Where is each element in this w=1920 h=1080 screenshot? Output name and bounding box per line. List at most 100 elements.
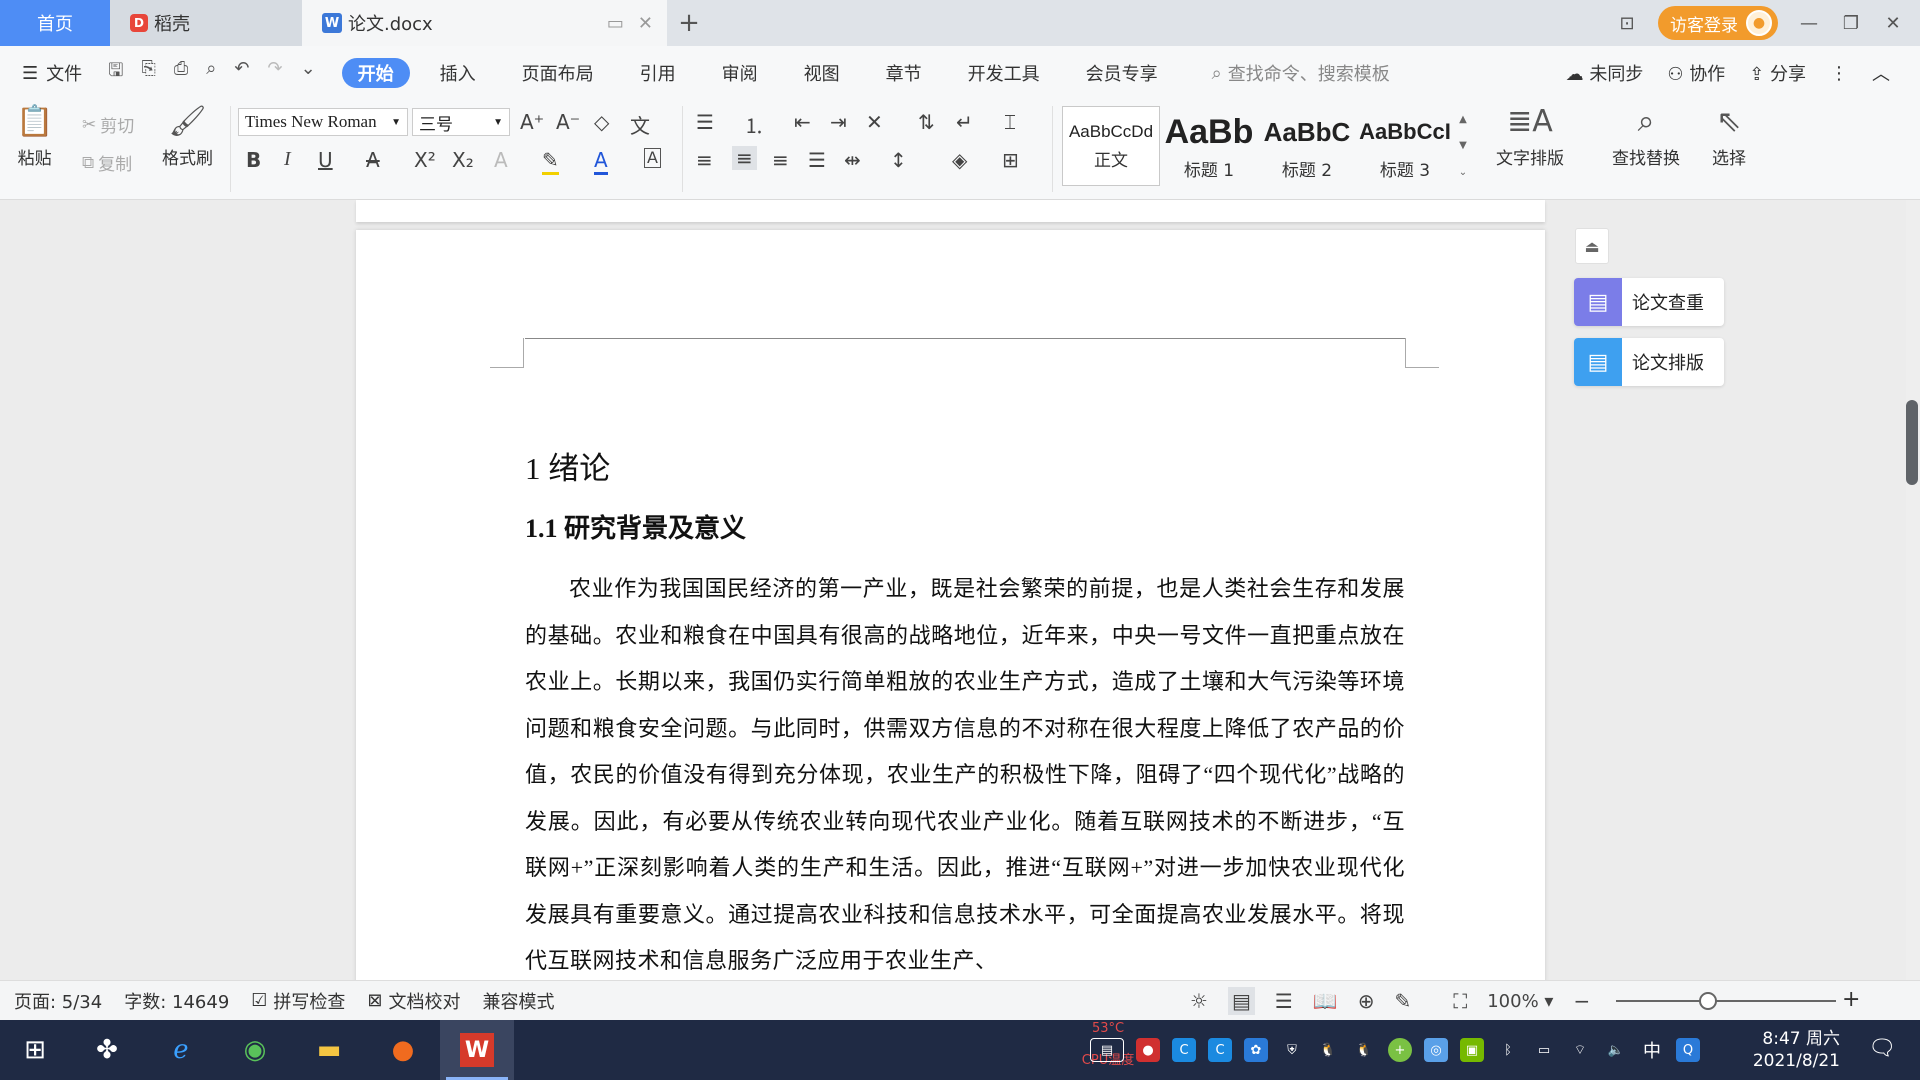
monitor-icon[interactable]: ▤	[1090, 1038, 1124, 1062]
tab-developer[interactable]: 开发工具	[952, 58, 1056, 88]
taskbar-app-explorer[interactable]: ▬	[292, 1020, 366, 1080]
style-scroll[interactable]: ▲ ▼ ⌄	[1454, 106, 1472, 186]
heading-2[interactable]: 1.1 研究背景及意义	[525, 508, 746, 545]
taskbar-app-browser[interactable]: ◉	[218, 1020, 292, 1080]
volume-icon[interactable]: 🔈	[1604, 1038, 1628, 1062]
print-preview-icon[interactable]: ⌕	[206, 58, 216, 88]
taskbar-app-ie[interactable]: ℯ	[144, 1020, 218, 1080]
tab-home[interactable]: 首页	[0, 0, 110, 46]
style-heading-2[interactable]: AaBbC 标题 2	[1258, 106, 1356, 186]
shield-icon[interactable]: ⛨	[1280, 1038, 1304, 1062]
sync-button[interactable]: ☁ 未同步	[1566, 60, 1644, 86]
redo-icon[interactable]: ↷	[267, 58, 282, 88]
save-icon[interactable]: 🖫	[108, 58, 123, 88]
justify-icon[interactable]: ☰	[808, 148, 826, 172]
print-icon[interactable]: ⎙	[174, 58, 188, 88]
expand-icon[interactable]: ⌄	[1459, 167, 1467, 178]
vertical-scrollbar[interactable]	[1906, 200, 1920, 980]
qq-icon[interactable]: 🐧	[1352, 1038, 1376, 1062]
close-window-icon[interactable]: ✕	[1882, 13, 1904, 34]
export-icon[interactable]: ⎘	[141, 58, 155, 88]
align-right-icon[interactable]: ≡	[772, 148, 789, 172]
tab-daoke[interactable]: D 稻壳	[110, 0, 302, 46]
bullets-icon[interactable]: ☰	[696, 110, 714, 134]
collaborate-button[interactable]: ⚇ 协作	[1667, 60, 1725, 86]
char-border-icon[interactable]: A	[644, 148, 661, 168]
align-center-icon[interactable]: ≡	[732, 146, 757, 170]
numbering-icon[interactable]: ⒈	[744, 110, 764, 139]
zoom-out-icon[interactable]: −	[1573, 989, 1590, 1013]
tray-app-icon[interactable]: C	[1172, 1038, 1196, 1062]
float-window-icon[interactable]: ▭	[607, 13, 624, 34]
tab-home-ribbon[interactable]: 开始	[341, 58, 410, 88]
find-replace-button[interactable]: ⌕ 查找替换	[1612, 104, 1680, 169]
document-page[interactable]: 1 绪论 1.1 研究背景及意义 农业作为我国国民经济的第一产业，既是社会繁荣的…	[356, 230, 1545, 1010]
shading-icon[interactable]: ◈	[952, 148, 967, 172]
pinyin-guide-icon[interactable]: 文	[630, 110, 650, 139]
search-q-icon[interactable]: Q	[1676, 1038, 1700, 1062]
tab-document[interactable]: W 论文.docx ▭ ✕	[302, 0, 667, 46]
text-layout-button[interactable]: ≣A 文字排版	[1496, 104, 1564, 169]
font-color-icon[interactable]: A	[594, 148, 608, 175]
wifi-icon[interactable]: ⌔	[1568, 1038, 1592, 1062]
body-paragraph[interactable]: 农业作为我国国民经济的第一产业，既是社会繁荣的前提，也是人类社会生存和发展的基础…	[525, 566, 1405, 985]
font-name-select[interactable]: Times New Roman ▼	[238, 108, 408, 136]
cut-button[interactable]: ✂ 剪切	[82, 112, 134, 138]
more-icon[interactable]: ⋮	[1830, 63, 1848, 84]
paste-button[interactable]: 📋 粘贴	[16, 104, 53, 169]
tab-view[interactable]: 视图	[788, 58, 856, 88]
qq-icon[interactable]: 🐧	[1316, 1038, 1340, 1062]
decrease-indent-icon[interactable]: ⇤	[794, 110, 811, 134]
highlight-icon[interactable]: ✎	[542, 148, 559, 175]
command-search[interactable]: ⌕ 查找命令、搜索模板	[1212, 60, 1390, 86]
bluetooth-icon[interactable]: ᛒ	[1496, 1038, 1520, 1062]
format-painter-button[interactable]: 🖌 格式刷	[162, 104, 213, 169]
taskbar-app-fan[interactable]: ✤	[70, 1020, 144, 1080]
minimize-icon[interactable]: —	[1798, 13, 1820, 34]
tab-review[interactable]: 审阅	[706, 58, 774, 88]
strikethrough-icon[interactable]: A	[366, 148, 380, 172]
tray-app-icon[interactable]: C	[1208, 1038, 1232, 1062]
tab-stops-icon[interactable]: ⌶	[1004, 110, 1016, 134]
collapse-ribbon-icon[interactable]: ︿	[1872, 60, 1890, 86]
zoom-slider-handle[interactable]	[1699, 992, 1718, 1010]
scrollbar-thumb[interactable]	[1906, 400, 1918, 485]
italic-icon[interactable]: I	[284, 148, 291, 171]
tray-app-icon[interactable]: ●	[1136, 1038, 1160, 1062]
increase-indent-icon[interactable]: ⇥	[830, 110, 847, 134]
chinese-layout-icon[interactable]: ✕	[866, 110, 883, 134]
fit-page-icon[interactable]: ⛶	[1453, 989, 1467, 1013]
ime-indicator[interactable]: 中	[1640, 1038, 1664, 1062]
tray-app-icon[interactable]: ◎	[1424, 1038, 1448, 1062]
text-effect-icon[interactable]: A	[494, 148, 508, 172]
reading-view-icon[interactable]: 📖	[1313, 989, 1338, 1013]
taskbar-app-wps[interactable]: W	[440, 1020, 514, 1080]
copy-button[interactable]: ⧉ 复制	[82, 150, 132, 176]
visitor-login-button[interactable]: 访客登录 ●	[1658, 6, 1778, 40]
spell-check-button[interactable]: ☑ 拼写检查	[251, 988, 345, 1014]
proofread-button[interactable]: ⊠ 文档校对	[367, 988, 460, 1014]
tab-insert[interactable]: 插入	[424, 58, 492, 88]
web-view-icon[interactable]: ⊕	[1358, 989, 1375, 1013]
underline-icon[interactable]: U	[318, 148, 333, 172]
new-tab-button[interactable]: +	[667, 0, 711, 46]
style-heading-3[interactable]: AaBbCcI 标题 3	[1356, 106, 1454, 186]
close-tab-icon[interactable]: ✕	[638, 13, 653, 34]
start-button[interactable]: ⊞	[0, 1020, 70, 1080]
grow-font-icon[interactable]: A⁺	[520, 110, 544, 134]
restore-icon[interactable]: ❐	[1840, 13, 1862, 34]
tray-app-icon[interactable]: +	[1388, 1038, 1412, 1062]
style-heading-1[interactable]: AaBb 标题 1	[1160, 106, 1258, 186]
borders-icon[interactable]: ⊞	[1002, 148, 1019, 172]
collapse-panel-button[interactable]: ⏏	[1575, 228, 1609, 264]
tab-page-layout[interactable]: 页面布局	[506, 58, 610, 88]
outline-view-icon[interactable]: ☰	[1275, 989, 1293, 1013]
align-left-icon[interactable]: ≡	[696, 148, 713, 172]
font-size-select[interactable]: 三号 ▼	[412, 108, 510, 136]
taskbar-app-media[interactable]: ●	[366, 1020, 440, 1080]
tab-member[interactable]: 会员专享	[1070, 58, 1174, 88]
tab-chapter[interactable]: 章节	[870, 58, 938, 88]
system-clock[interactable]: 8:47 周六 2021/8/21	[1740, 1028, 1840, 1072]
write-mode-icon[interactable]: ✎	[1394, 989, 1411, 1013]
shrink-font-icon[interactable]: A⁻	[556, 110, 580, 134]
